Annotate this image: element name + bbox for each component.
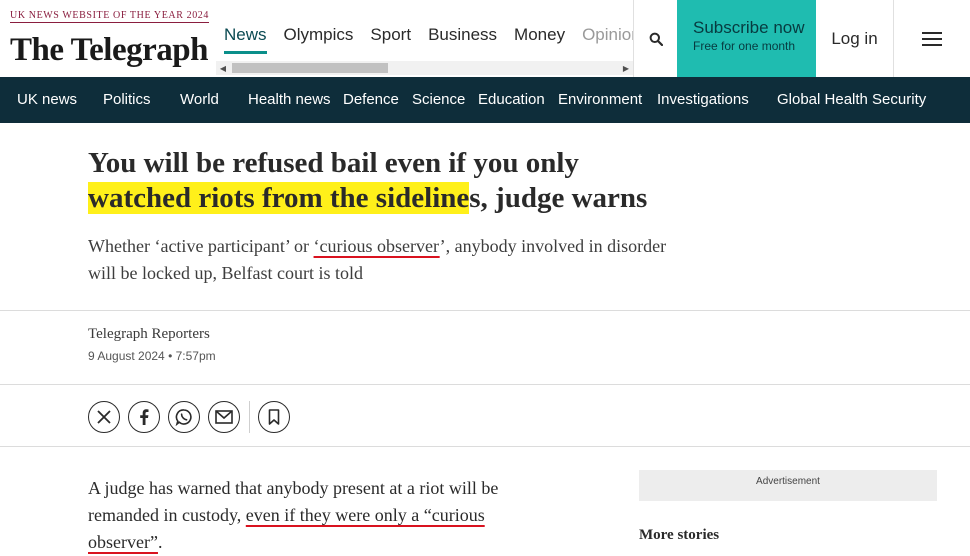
section-global-health-security[interactable]: Global Health Security [777, 91, 926, 109]
nav-scrollbar[interactable]: ◀ ▶ [216, 61, 633, 75]
nav-item-sport[interactable]: Sport [370, 24, 411, 46]
section-defence[interactable]: Defence [343, 91, 399, 109]
scroll-right-arrow-icon[interactable]: ▶ [619, 61, 633, 75]
divider [0, 310, 970, 311]
whatsapp-icon [175, 409, 192, 426]
nav-item-news[interactable]: News [224, 24, 267, 54]
site-header: UK NEWS WEBSITE OF THE YEAR 2024 The Tel… [0, 0, 970, 77]
section-uk-news[interactable]: UK news [17, 91, 77, 109]
nav-item-opinion[interactable]: Opinion [582, 24, 633, 46]
headline-highlight: watched riots from the sideline [88, 182, 470, 214]
search-button[interactable] [634, 0, 677, 77]
scrollbar-thumb[interactable] [232, 63, 388, 73]
subscribe-button[interactable]: Subscribe now Free for one month [677, 0, 816, 77]
award-banner: UK NEWS WEBSITE OF THE YEAR 2024 [10, 10, 210, 23]
subscribe-subtitle: Free for one month [693, 39, 796, 53]
author-byline[interactable]: Telegraph Reporters [88, 326, 210, 343]
section-nav: UK news Politics World Health news Defen… [0, 77, 970, 123]
section-environment[interactable]: Environment [558, 91, 642, 109]
email-icon [215, 410, 233, 424]
advertisement-slot: Advertisement [639, 470, 937, 501]
nav-item-business[interactable]: Business [428, 24, 497, 46]
section-investigations[interactable]: Investigations [657, 91, 749, 109]
bookmark-icon [268, 409, 280, 425]
standfirst-annotation: ‘curious observer [313, 236, 440, 256]
article-standfirst: Whether ‘active participant’ or ‘curious… [88, 236, 667, 283]
share-email-button[interactable] [208, 401, 240, 433]
nav-item-money[interactable]: Money [514, 24, 565, 46]
article-headline: You will be refused bail even if you onl… [88, 147, 648, 214]
share-facebook-button[interactable] [128, 401, 160, 433]
section-education[interactable]: Education [478, 91, 545, 109]
article-body-paragraph: A judge has warned that anybody present … [88, 478, 499, 552]
publish-date: 9 August 2024 • 7:57pm [88, 349, 216, 363]
section-politics[interactable]: Politics [103, 91, 151, 109]
save-bookmark-button[interactable] [258, 401, 290, 433]
divider [0, 384, 970, 385]
subscribe-title: Subscribe now [693, 18, 805, 37]
body-annotation: observer” [88, 532, 158, 552]
menu-button[interactable] [894, 0, 970, 77]
share-divider [249, 401, 250, 433]
telegraph-logo[interactable]: The Telegraph [10, 30, 208, 70]
share-bar [88, 401, 298, 433]
facebook-icon [140, 409, 149, 425]
nav-item-olympics[interactable]: Olympics [284, 24, 354, 46]
search-icon [649, 32, 663, 46]
scroll-left-arrow-icon[interactable]: ◀ [216, 61, 230, 75]
share-whatsapp-button[interactable] [168, 401, 200, 433]
more-stories-heading: More stories [639, 527, 720, 543]
hamburger-icon [922, 31, 942, 46]
body-annotation: even if they were only a “curious [245, 505, 485, 525]
section-science[interactable]: Science [412, 91, 465, 109]
divider [0, 446, 970, 447]
section-health-news[interactable]: Health news [248, 91, 331, 109]
section-world[interactable]: World [180, 91, 219, 109]
login-button[interactable]: Log in [816, 0, 893, 77]
share-x-button[interactable] [88, 401, 120, 433]
x-icon [97, 410, 111, 424]
